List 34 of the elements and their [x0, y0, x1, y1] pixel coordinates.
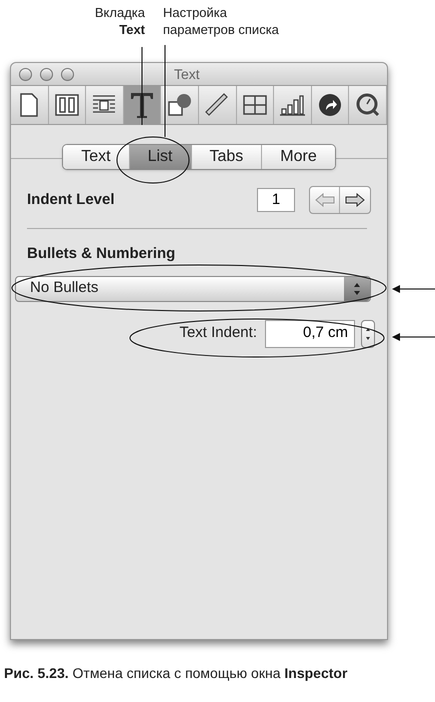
text-indent-field[interactable]: 0,7 cm — [265, 320, 355, 348]
window-title: Text — [174, 64, 200, 84]
stepper-arrows-icon — [353, 282, 361, 296]
letter-t-icon — [129, 91, 156, 119]
callout-label: Настройка — [163, 4, 228, 21]
pointer-arrow — [390, 332, 435, 342]
bullets-heading: Bullets & Numbering — [27, 244, 176, 264]
toolbar-button[interactable] — [124, 86, 162, 124]
bullets-popup[interactable]: No Bullets — [15, 276, 371, 302]
text-indent-label: Text Indent: — [179, 323, 257, 344]
indent-level-label: Indent Level — [27, 190, 115, 210]
callout-label: Вкладка — [94, 4, 145, 21]
right-arrow-icon — [345, 193, 365, 207]
ruler-icon — [205, 93, 230, 117]
shapes-icon — [168, 93, 192, 117]
tab[interactable]: Text — [63, 145, 129, 169]
quicktime-icon — [356, 93, 380, 117]
tab[interactable]: List — [128, 145, 190, 169]
tab[interactable]: Tabs — [190, 145, 262, 169]
left-arrow-icon — [314, 193, 334, 207]
page-icon — [20, 93, 38, 117]
table-icon — [242, 95, 267, 115]
figure-caption: Рис. 5.23. Отмена списка с помощью окна Inspector — [4, 664, 348, 683]
callout-label: параметров списка — [163, 21, 279, 38]
window-control-button[interactable] — [40, 68, 53, 80]
window-control-button[interactable] — [19, 68, 32, 80]
window-control-button[interactable] — [61, 68, 74, 80]
bar-chart-icon — [279, 94, 306, 116]
columns-icon — [54, 94, 79, 116]
stepper[interactable] — [361, 320, 375, 348]
tab[interactable]: More — [261, 145, 335, 169]
pointer-arrow — [390, 284, 435, 294]
callout-label: Text — [119, 21, 145, 38]
indent-level-field[interactable]: 1 — [257, 188, 295, 212]
